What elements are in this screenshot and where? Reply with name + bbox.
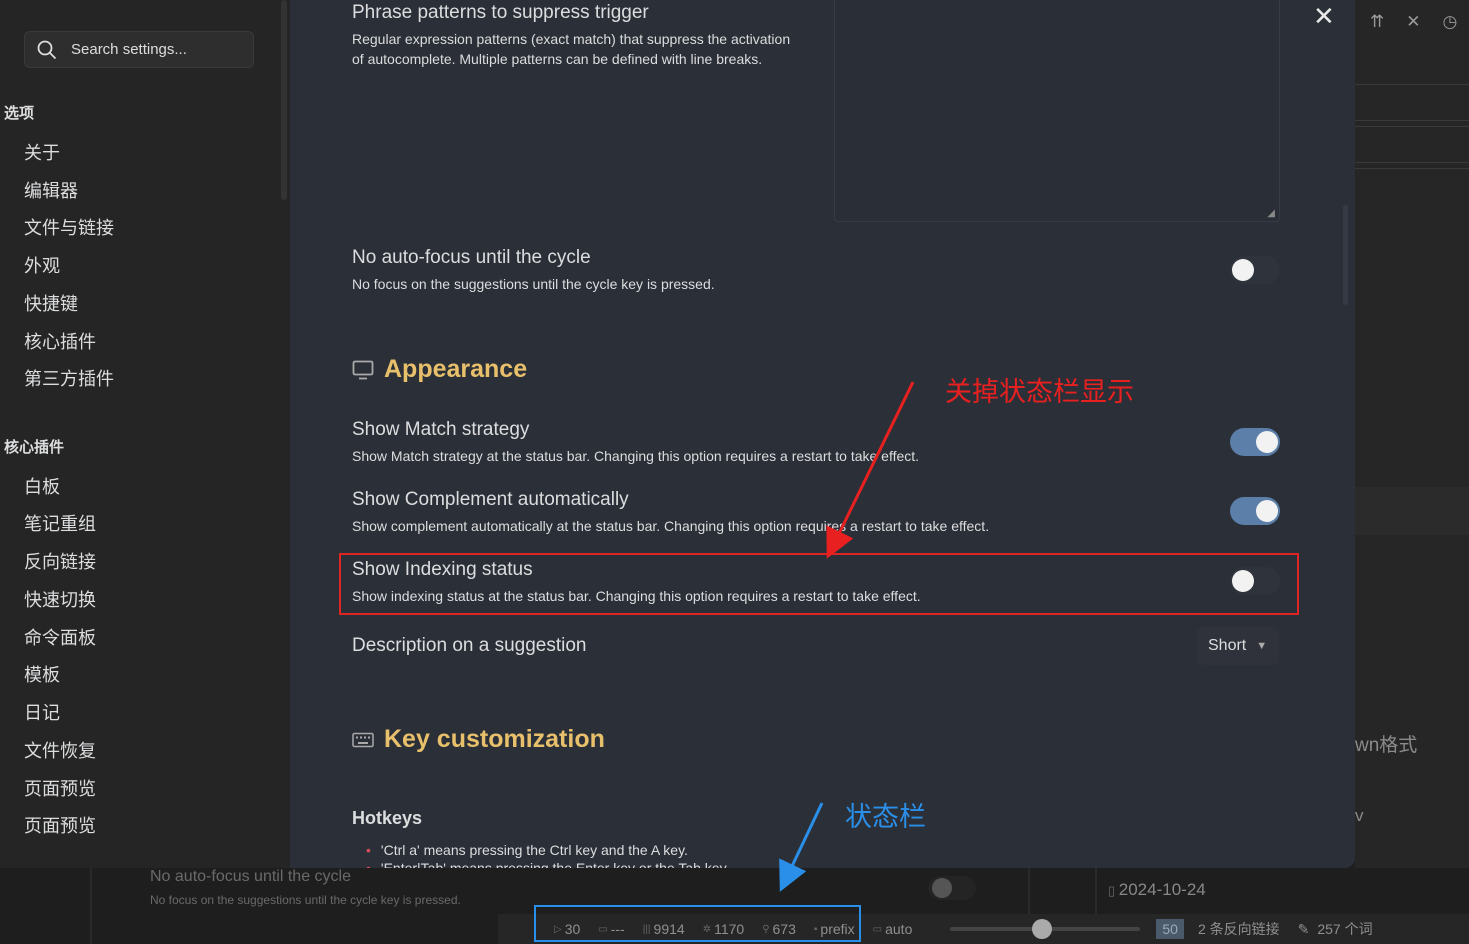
- match-strategy-toggle[interactable]: [1230, 428, 1280, 456]
- nav-item-community-plugins[interactable]: 第三方插件: [24, 365, 114, 391]
- background-right-text: wn格式: [1355, 735, 1418, 756]
- match-strategy-title: Show Match strategy: [352, 419, 530, 440]
- zoom-level: 50: [1156, 919, 1184, 939]
- background-toggle: [928, 876, 976, 900]
- nav-item-canvas[interactable]: 白板: [24, 473, 60, 499]
- sidebar-scrollbar[interactable]: [281, 0, 287, 200]
- section-core-heading: 核心插件: [4, 439, 65, 456]
- phrase-patterns-title: Phrase patterns to suppress trigger: [352, 2, 649, 23]
- zoom-slider-knob[interactable]: [1032, 919, 1053, 939]
- nav-item-command-palette[interactable]: 命令面板: [24, 624, 96, 650]
- background-right-v: v: [1355, 806, 1364, 825]
- nav-item-files-links[interactable]: 文件与链接: [24, 214, 114, 240]
- appearance-heading: Appearance: [352, 355, 527, 384]
- annotation-blue-box: [534, 905, 861, 942]
- complement-toggle[interactable]: [1230, 497, 1280, 525]
- nav-item-quick-switcher[interactable]: 快速切换: [24, 586, 96, 612]
- sort-icon[interactable]: ⇈: [1370, 12, 1384, 32]
- nav-item-daily-notes[interactable]: 日记: [24, 699, 60, 725]
- edit-icon[interactable]: ✎: [1298, 921, 1310, 938]
- nav-item-page-preview-2[interactable]: 页面预览: [24, 812, 96, 838]
- clock-icon[interactable]: ◷: [1443, 12, 1458, 32]
- background-setting-title: No auto-focus until the cycle: [150, 868, 351, 885]
- section-options-heading: 选项: [4, 105, 35, 122]
- no-autofocus-toggle[interactable]: [1230, 256, 1280, 284]
- monitor-icon: [352, 360, 374, 379]
- nav-item-templates[interactable]: 模板: [24, 661, 60, 687]
- close-icon[interactable]: ✕: [1313, 3, 1335, 29]
- hotkeys-heading: Hotkeys: [352, 808, 423, 828]
- hotkey-hint-1: 'Ctrl a' means pressing the Ctrl key and…: [366, 842, 688, 858]
- key-customization-heading: Key customization: [352, 725, 605, 754]
- nav-item-core-plugins[interactable]: 核心插件: [24, 328, 96, 354]
- search-placeholder: Search settings...: [71, 41, 187, 58]
- resize-grip-icon[interactable]: ◢: [1267, 208, 1275, 219]
- no-autofocus-desc: No focus on the suggestions until the cy…: [352, 276, 715, 292]
- note-date: ▯ 2024-10-24: [1108, 880, 1206, 899]
- nav-item-file-recovery[interactable]: 文件恢复: [24, 737, 96, 763]
- annotation-red-text: 关掉状态栏显示: [945, 377, 1134, 408]
- match-strategy-desc: Show Match strategy at the status bar. C…: [352, 448, 920, 464]
- status-complement[interactable]: ▭ auto: [873, 921, 913, 937]
- complement-desc: Show complement automatically at the sta…: [352, 518, 990, 534]
- backlinks-count[interactable]: 2 条反向链接: [1198, 919, 1280, 939]
- description-select[interactable]: Short ▼: [1197, 627, 1279, 665]
- search-icon: [37, 40, 57, 59]
- phrase-patterns-desc: Regular expression patterns (exact match…: [352, 31, 791, 67]
- phrase-patterns-textarea[interactable]: ◢: [834, 0, 1280, 222]
- zoom-slider[interactable]: [950, 919, 1141, 939]
- settings-modal: Search settings... 选项 关于 编辑器 文件与链接 外观 快捷…: [0, 0, 1355, 868]
- nav-item-backlinks[interactable]: 反向链接: [24, 548, 96, 574]
- nav-item-about[interactable]: 关于: [24, 139, 60, 165]
- description-title: Description on a suggestion: [352, 635, 587, 656]
- keyboard-icon: [352, 732, 374, 747]
- annotation-blue-text: 状态栏: [845, 802, 926, 833]
- nav-item-note-composer[interactable]: 笔记重组: [24, 510, 96, 536]
- nav-item-appearance[interactable]: 外观: [24, 252, 60, 278]
- annotation-red-box: [339, 553, 1299, 615]
- search-input[interactable]: Search settings...: [24, 31, 254, 68]
- chevron-down-icon: ▼: [1256, 640, 1268, 652]
- background-setting-desc: No focus on the suggestions until the cy…: [150, 893, 461, 907]
- complement-title: Show Complement automatically: [352, 489, 629, 510]
- collapse-icon[interactable]: ✕: [1406, 12, 1420, 32]
- background-toolbar: ⇈ ✕ ◷: [1370, 12, 1457, 32]
- no-autofocus-title: No auto-focus until the cycle: [352, 247, 591, 268]
- settings-sidebar: Search settings... 选项 关于 编辑器 文件与链接 外观 快捷…: [0, 0, 290, 868]
- word-count: 257 个词: [1317, 921, 1373, 937]
- nav-item-hotkeys[interactable]: 快捷键: [24, 290, 78, 316]
- nav-item-editor[interactable]: 编辑器: [24, 177, 78, 203]
- hotkey-hint-2: 'Enter|Tab' means pressing the Enter key…: [366, 860, 730, 868]
- keyboard-icon: ▭: [872, 923, 883, 935]
- nav-item-page-preview[interactable]: 页面预览: [24, 775, 96, 801]
- file-icon: ▯: [1108, 883, 1119, 898]
- content-scrollbar[interactable]: [1343, 205, 1348, 305]
